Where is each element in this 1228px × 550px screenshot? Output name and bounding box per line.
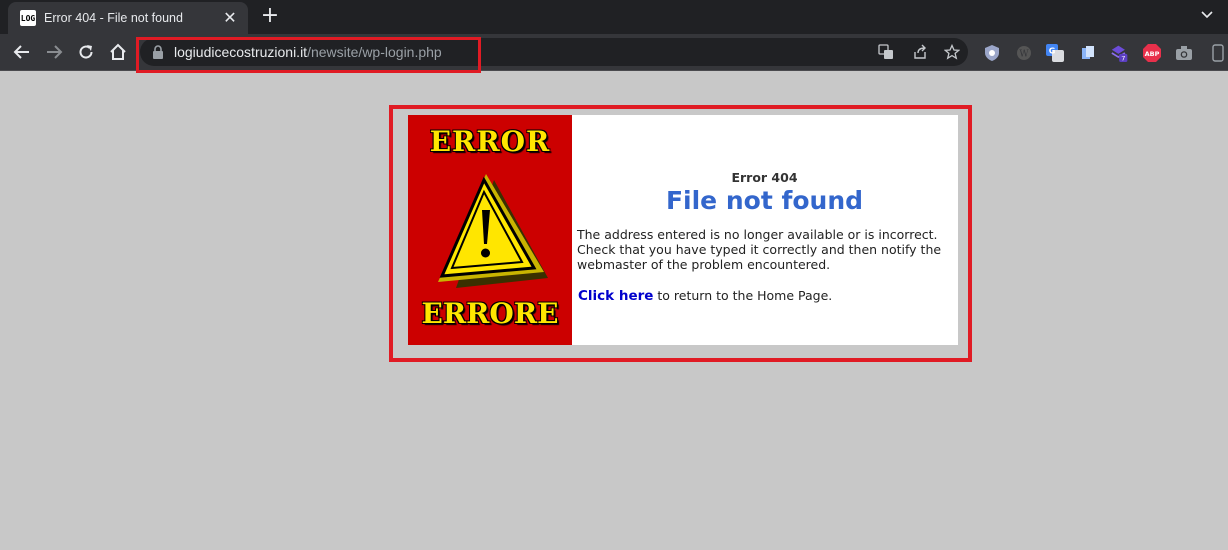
bookmark-button[interactable] bbox=[942, 42, 962, 62]
abp-label: ABP bbox=[1145, 50, 1160, 58]
svg-text:G: G bbox=[1049, 47, 1056, 56]
error-panel: ERROR ERRORE Error 404 File not found Th… bbox=[408, 115, 958, 345]
close-tab-icon[interactable]: ✕ bbox=[220, 8, 240, 28]
home-icon bbox=[110, 43, 126, 60]
forward-button[interactable] bbox=[42, 40, 66, 64]
share-button[interactable] bbox=[910, 42, 930, 62]
documents-extension-icon[interactable] bbox=[1079, 44, 1097, 62]
error-message: Error 404 File not found The address ent… bbox=[577, 170, 952, 304]
home-link-suffix: to return to the Home Page. bbox=[653, 288, 833, 303]
tab-strip: LOG Error 404 - File not found ✕ + bbox=[0, 0, 1228, 34]
tab-title: Error 404 - File not found bbox=[44, 11, 183, 25]
new-tab-button[interactable]: + bbox=[258, 5, 282, 29]
home-button[interactable] bbox=[106, 40, 130, 64]
star-icon bbox=[944, 44, 960, 60]
google-translate-extension-icon[interactable]: G bbox=[1046, 44, 1064, 62]
site-favicon-icon: LOG bbox=[20, 10, 36, 26]
stack-extension-icon[interactable]: 7 bbox=[1111, 44, 1129, 62]
side-panel-icon[interactable] bbox=[1209, 44, 1227, 62]
svg-text:W: W bbox=[1019, 50, 1029, 60]
back-arrow-icon bbox=[13, 45, 29, 59]
wordpress-extension-icon[interactable]: W bbox=[1015, 44, 1033, 62]
tab-search-chevron-icon[interactable] bbox=[1200, 8, 1214, 22]
adblock-plus-extension-icon[interactable]: ABP bbox=[1142, 43, 1162, 63]
reload-button[interactable] bbox=[74, 40, 98, 64]
translate-button[interactable] bbox=[876, 42, 896, 62]
camera-extension-icon[interactable] bbox=[1175, 44, 1193, 62]
back-button[interactable] bbox=[10, 40, 34, 64]
error-warning-image: ERROR ERRORE bbox=[408, 115, 572, 345]
home-link-line: Click here to return to the Home Page. bbox=[577, 288, 952, 304]
image-word-error: ERROR bbox=[429, 125, 551, 158]
warning-triangle-icon bbox=[438, 174, 548, 288]
error-title: File not found bbox=[665, 186, 864, 215]
error-code: Error 404 bbox=[731, 170, 798, 185]
reload-icon bbox=[79, 45, 93, 59]
translate-icon bbox=[878, 44, 893, 59]
share-icon bbox=[914, 44, 926, 59]
home-page-link[interactable]: Click here bbox=[578, 288, 653, 304]
shield-extension-icon[interactable] bbox=[983, 44, 1001, 62]
url-highlight-box bbox=[136, 37, 481, 73]
forward-arrow-icon bbox=[47, 45, 63, 59]
error-description: The address entered is no longer availab… bbox=[577, 227, 942, 272]
extension-badge: 7 bbox=[1121, 54, 1125, 62]
image-word-errore: ERRORE bbox=[421, 297, 559, 330]
browser-tab[interactable]: LOG Error 404 - File not found ✕ bbox=[8, 2, 248, 34]
